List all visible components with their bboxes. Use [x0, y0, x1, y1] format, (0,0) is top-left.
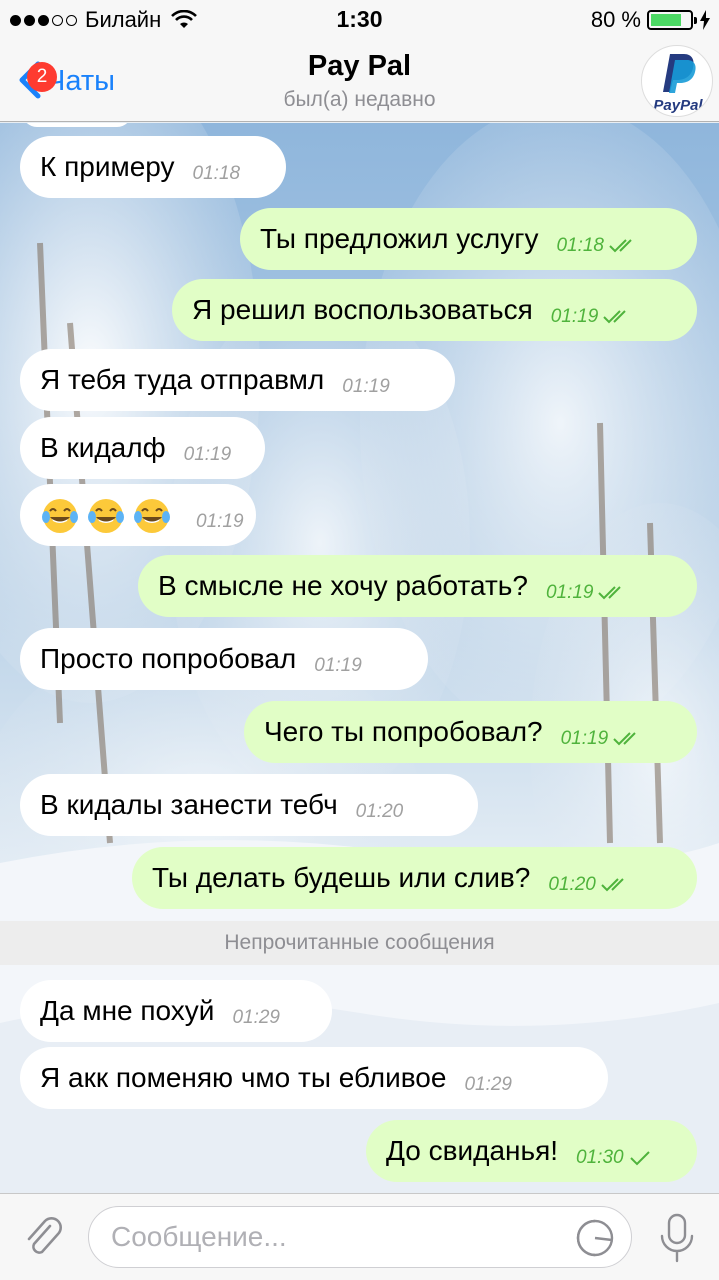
message-text: В кидалф — [40, 432, 166, 463]
sticker-icon[interactable] — [575, 1218, 615, 1258]
status-right: 80 % — [591, 7, 711, 33]
message-bubble[interactable]: До свиданья! 01:30 — [366, 1120, 697, 1182]
message-time: 01:20 — [355, 801, 404, 822]
message-time: 01:18 — [556, 235, 604, 256]
battery-percent: 80 % — [590, 7, 641, 32]
message-time: 01:19 — [314, 655, 362, 676]
message-time: 01:20 — [548, 874, 596, 895]
message-bubble[interactable]: В кидалы занести тебч 01:20 — [20, 774, 478, 836]
message-bubble[interactable]: Ты делать будешь или слив? 01:20 — [132, 847, 697, 909]
read-check-icon — [598, 586, 622, 600]
status-bar: Билайн 1:30 80 % — [0, 0, 719, 40]
message-bubble[interactable]: Просто попробовал 01:19 — [20, 628, 428, 690]
message-time: 01:19 — [560, 728, 609, 749]
message-bubble[interactable]: В смысле не хочу работать? 01:19 — [138, 555, 697, 617]
avatar[interactable]: PayPal — [641, 45, 713, 117]
message-text: Да мне похуй — [40, 995, 215, 1026]
message-input[interactable] — [111, 1217, 551, 1257]
message-text: Я акк поменяю чмо ты ебливое — [40, 1062, 447, 1093]
laughing-tears-emoji-icon — [42, 499, 78, 533]
charging-bolt-icon — [700, 10, 710, 30]
delivered-check-icon — [629, 1151, 650, 1166]
message-bubble[interactable]: Ты предложил услугу 01:18 — [240, 208, 697, 270]
message-bubble[interactable]: Чего ты попробовал? 01:19 — [244, 701, 697, 763]
chat-header: Чаты 2 Pay Pal был(а) недавно PayPal — [0, 40, 719, 122]
message-text: В смысле не хочу работать? — [158, 570, 528, 601]
message-time: 01:19 — [342, 376, 390, 397]
message-text: В кидалы занести тебч — [40, 789, 338, 820]
microphone-icon[interactable] — [657, 1212, 697, 1264]
chat-status: был(а) недавно — [283, 88, 436, 111]
message-bubble[interactable]: 01:19 — [20, 484, 256, 546]
message-time: 01:18 — [192, 163, 241, 184]
message-field[interactable] — [88, 1206, 632, 1268]
paypal-logo-icon: PayPal — [653, 54, 703, 114]
read-check-icon — [603, 310, 626, 324]
message-bubble[interactable]: Да мне похуй 01:29 — [20, 980, 332, 1042]
message-bubble[interactable]: В кидалф 01:19 — [20, 417, 265, 479]
message-text: К примеру — [40, 151, 175, 182]
message-bubble[interactable]: Я тебя туда отправмл 01:19 — [20, 349, 455, 411]
message-text: Я решил воспользоваться — [192, 294, 533, 325]
message-bubble[interactable]: Я акк поменяю чмо ты ебливое 01:29 — [20, 1047, 608, 1109]
message-time: 01:19 — [545, 582, 594, 603]
message-time: 01:30 — [576, 1147, 624, 1168]
message-bubble[interactable]: К примеру 01:18 — [20, 136, 286, 198]
message-time: 01:19 — [183, 444, 232, 465]
laughing-tears-emoji-icon — [134, 499, 170, 533]
message-text: Просто попробовал — [40, 643, 297, 674]
message-time: 01:19 — [550, 306, 599, 327]
message-time: 01:29 — [232, 1007, 280, 1028]
message-text: Я тебя туда отправмл — [40, 364, 325, 395]
paperclip-icon[interactable] — [20, 1214, 66, 1260]
read-check-icon — [609, 239, 632, 253]
read-check-icon — [613, 732, 636, 746]
emoji-row — [40, 495, 178, 535]
message-text: Ты делать будешь или слив? — [152, 862, 531, 893]
composer-bar — [0, 1193, 719, 1280]
message-text: До свиданья! — [386, 1135, 559, 1166]
message-list[interactable]: К примеру 01:18 Ты предложил услугу 01:1… — [0, 123, 719, 1193]
battery-icon — [647, 10, 697, 30]
unread-messages-separator: Непрочитанные сообщения — [0, 921, 719, 965]
chat-title[interactable]: Pay Pal — [0, 50, 719, 83]
laughing-tears-emoji-icon — [88, 499, 124, 533]
svg-text:PayPal: PayPal — [653, 97, 703, 114]
message-time: 01:29 — [464, 1074, 512, 1095]
message-bubble[interactable]: Я решил воспользоваться 01:19 — [172, 279, 697, 341]
message-text: Чего ты попробовал? — [264, 716, 543, 747]
partial-message — [22, 123, 132, 127]
message-time: 01:19 — [196, 511, 244, 532]
message-text: Ты предложил услугу — [260, 223, 539, 254]
read-check-icon — [601, 878, 624, 892]
